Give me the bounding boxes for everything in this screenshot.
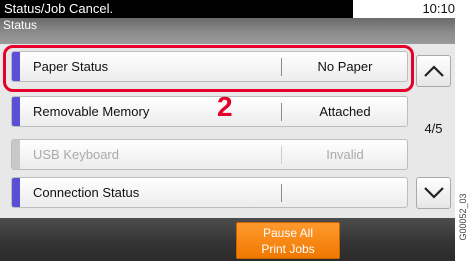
page-indicator: 4/5	[424, 121, 443, 136]
scroll-down-button[interactable]	[416, 177, 451, 209]
bottom-bar	[0, 218, 455, 261]
status-row-removable-memory[interactable]: Removable Memory Attached	[11, 96, 408, 127]
chevron-down-icon	[424, 187, 444, 199]
status-row-usb-keyboard: USB Keyboard Invalid	[11, 139, 408, 170]
figure-code-text: G00052_03	[458, 193, 468, 241]
title-bar: Status/Job Cancel. 10:10	[0, 0, 455, 18]
row-label: Connection Status	[33, 185, 140, 200]
pause-button-label-line1: Pause All	[262, 226, 314, 240]
clock: 10:10	[422, 1, 455, 16]
highlight-callout-frame	[3, 45, 414, 92]
pause-button-label-line2: Print Jobs	[261, 242, 315, 256]
step-number-callout: 2	[217, 91, 233, 122]
row-divider	[281, 146, 282, 164]
scroll-up-button[interactable]	[416, 55, 451, 87]
row-divider	[281, 103, 282, 121]
section-title: Status	[3, 18, 38, 32]
row-label: USB Keyboard	[33, 147, 119, 162]
figure-code: G00052_03	[455, 180, 471, 261]
section-header: Status	[0, 18, 455, 44]
row-value: Invalid	[326, 147, 364, 162]
status-row-connection[interactable]: Connection Status	[11, 177, 408, 208]
row-divider	[281, 184, 282, 202]
row-label: Removable Memory	[33, 104, 150, 119]
row-value: Attached	[319, 104, 371, 119]
screen-title: Status/Job Cancel.	[0, 0, 353, 18]
pause-all-print-jobs-button[interactable]: Pause All Print Jobs	[236, 222, 340, 259]
chevron-up-icon	[424, 65, 444, 77]
row-accent	[12, 97, 20, 126]
row-accent	[12, 178, 20, 207]
row-accent	[12, 140, 20, 169]
